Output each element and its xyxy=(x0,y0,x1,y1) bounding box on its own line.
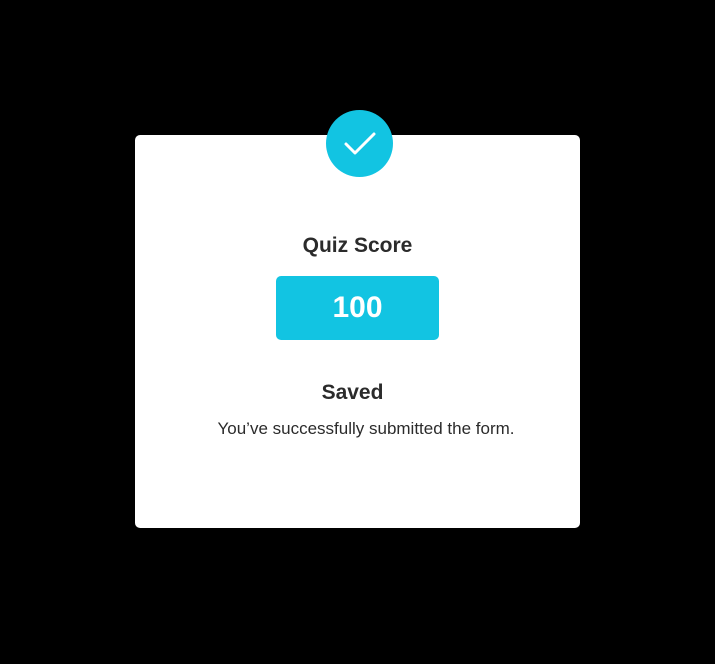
saved-title: Saved xyxy=(321,381,384,404)
score-badge: 100 xyxy=(276,276,439,340)
confirmation-dialog: Quiz Score 100 Saved You’ve successfully… xyxy=(135,135,580,528)
success-message: You’ve successfully submitted the form. xyxy=(217,419,515,438)
checkmark-icon xyxy=(343,131,377,157)
score-value: 100 xyxy=(332,291,383,324)
quiz-score-label: Quiz Score xyxy=(302,234,413,257)
success-badge xyxy=(326,110,393,177)
